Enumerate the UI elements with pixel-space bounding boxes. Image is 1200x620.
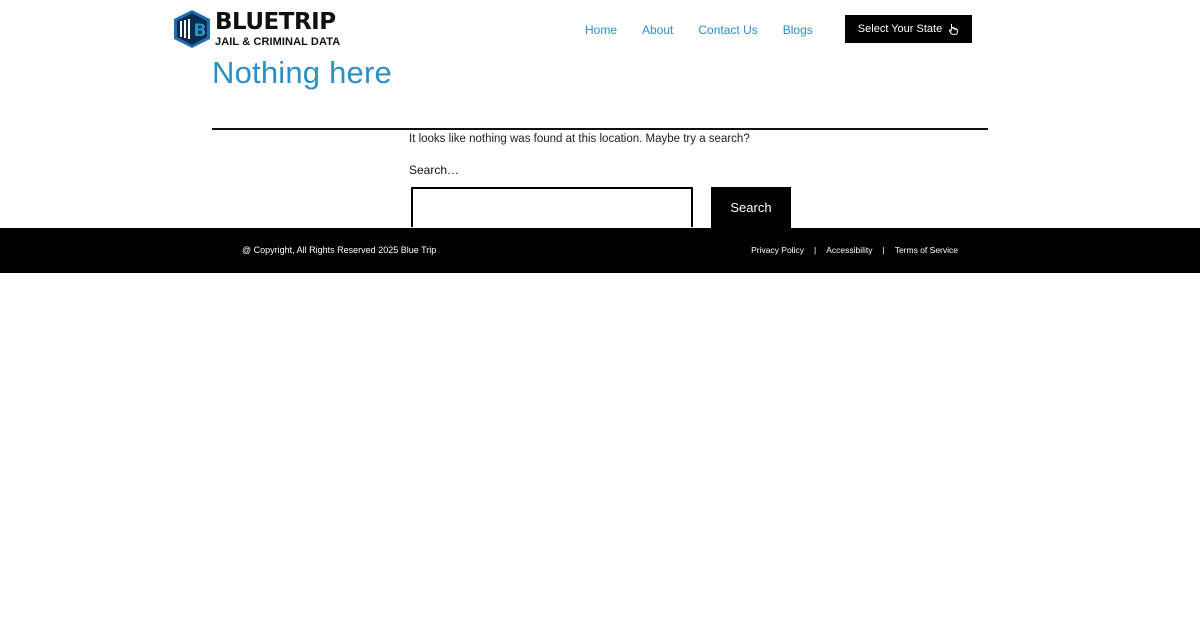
logo-name: BLUETRIP: [215, 8, 336, 35]
select-state-button[interactable]: Select Your State: [845, 15, 972, 43]
select-state-label: Select Your State: [857, 23, 943, 35]
logo[interactable]: B BLUETRIP JAIL & CRIMINAL DATA: [171, 9, 340, 49]
page-title: Nothing here: [212, 55, 392, 90]
logo-mark-icon: B: [174, 10, 210, 48]
divider: [212, 128, 988, 130]
nav-home[interactable]: Home: [585, 23, 617, 37]
page: B BLUETRIP JAIL & CRIMINAL DATA Home Abo…: [0, 0, 1200, 620]
footer-links: Privacy Policy | Accessibility | Terms o…: [751, 245, 958, 255]
pointer-hand-icon: [949, 23, 959, 35]
search-label: Search…: [409, 163, 460, 177]
nav-blogs[interactable]: Blogs: [783, 23, 813, 37]
footer-link-privacy-policy[interactable]: Privacy Policy: [751, 245, 804, 255]
footer-link-terms-of-service[interactable]: Terms of Service: [895, 245, 958, 255]
nav-contact-us[interactable]: Contact Us: [698, 23, 757, 37]
copyright-text: @ Copyright, All Rights Reserved 2025 Bl…: [242, 245, 437, 255]
footer: @ Copyright, All Rights Reserved 2025 Bl…: [0, 228, 1200, 273]
footer-link-accessibility[interactable]: Accessibility: [826, 245, 872, 255]
main-nav: Home About Contact Us Blogs: [585, 23, 838, 37]
footer-separator: |: [882, 245, 885, 255]
search-input[interactable]: [411, 187, 693, 227]
logo-tagline: JAIL & CRIMINAL DATA: [215, 35, 341, 48]
nav-about[interactable]: About: [642, 23, 673, 37]
logo-mark-letter: B: [194, 21, 207, 41]
footer-separator: |: [813, 245, 817, 255]
not-found-message: It looks like nothing was found at this …: [409, 133, 750, 145]
search-button[interactable]: Search: [711, 187, 791, 228]
